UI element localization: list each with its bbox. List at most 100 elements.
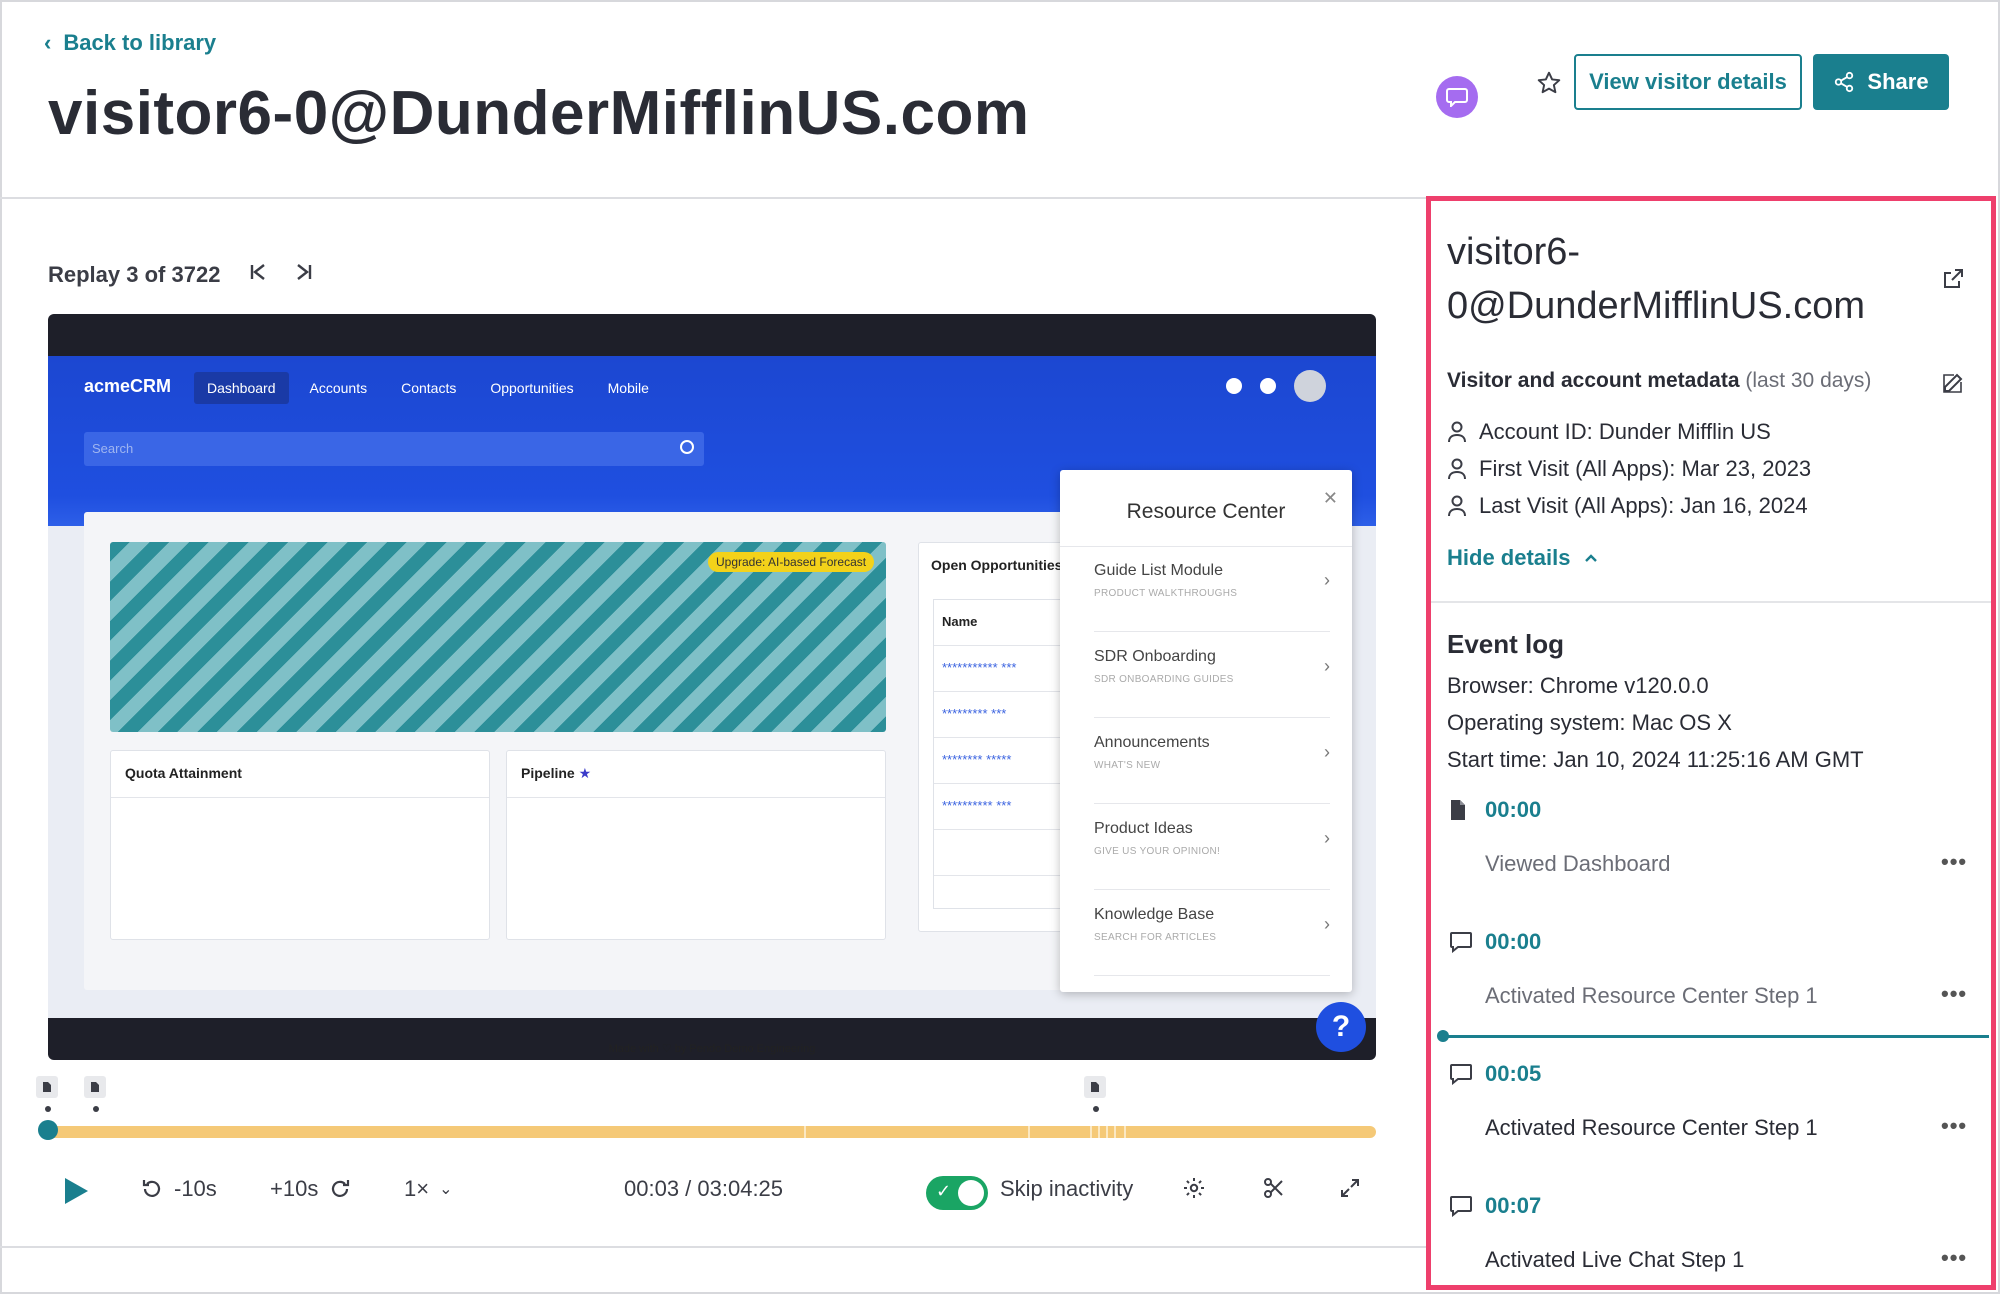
crm-nav-contacts: Contacts xyxy=(388,372,469,404)
side-title-line-1: visitor6- xyxy=(1447,225,1877,279)
hide-details-label: Hide details xyxy=(1447,545,1570,571)
timeline-tick xyxy=(1114,1126,1116,1138)
side-divider xyxy=(1431,601,1996,603)
playback-position-line xyxy=(1441,1035,1989,1038)
guide-icon xyxy=(1449,931,1471,953)
table-row xyxy=(934,830,1078,876)
chevron-right-icon: › xyxy=(1324,828,1330,849)
share-icon xyxy=(1833,71,1855,93)
page-event-marker-icon[interactable] xyxy=(84,1076,106,1098)
chevron-down-icon: ⌄ xyxy=(439,1179,452,1199)
skip-inactivity-toggle[interactable]: ✓ xyxy=(926,1176,988,1210)
timeline-track[interactable] xyxy=(48,1126,1376,1138)
more-options-icon[interactable]: ••• xyxy=(1941,981,1967,1007)
chevron-right-icon: › xyxy=(1324,570,1330,591)
scissors-icon[interactable] xyxy=(1262,1176,1286,1200)
timeline-tick xyxy=(804,1126,806,1138)
crm-nav-opportunities: Opportunities xyxy=(477,372,586,404)
chat-bubble-icon[interactable] xyxy=(1436,76,1478,118)
table-row: ********* *** xyxy=(934,692,1078,738)
event-time-link[interactable]: 00:05 xyxy=(1485,1061,1541,1087)
crm-help-icon xyxy=(1260,378,1276,394)
header-divider xyxy=(0,197,1426,199)
previous-replay-icon[interactable] xyxy=(248,262,270,284)
person-icon xyxy=(1447,421,1467,443)
settings-gear-icon[interactable] xyxy=(1182,1176,1206,1200)
marker-dot xyxy=(45,1106,51,1112)
crm-logo: acmeCRM xyxy=(84,376,171,397)
crm-nav-dashboard: Dashboard xyxy=(194,372,289,404)
external-link-icon[interactable] xyxy=(1941,267,1965,291)
opportunities-header: Name xyxy=(934,600,1078,646)
os-info: Operating system: Mac OS X xyxy=(1447,710,1732,736)
crm-search-placeholder: Search xyxy=(92,441,133,456)
opportunities-table: Name *********** *** ********* *** *****… xyxy=(933,599,1078,909)
person-icon xyxy=(1447,458,1467,480)
event-label: Activated Resource Center Step 1 xyxy=(1485,983,1818,1009)
bottom-divider xyxy=(0,1246,1426,1248)
share-button[interactable]: Share xyxy=(1813,54,1949,110)
forward-label: +10s xyxy=(270,1176,318,1202)
back-link-label: Back to library xyxy=(63,30,216,56)
edit-icon[interactable] xyxy=(1941,371,1965,395)
crm-nav-accounts: Accounts xyxy=(297,372,381,404)
resource-center-title: Resource Center xyxy=(1060,500,1352,524)
close-icon: ✕ xyxy=(1323,488,1338,509)
browser-info: Browser: Chrome v120.0.0 xyxy=(1447,673,1709,699)
crm-nav-mobile: Mobile xyxy=(595,372,662,404)
visitor-side-panel: visitor6- 0@DunderMifflinUS.com Visitor … xyxy=(1426,196,1996,1290)
timeline-tick xyxy=(1028,1126,1030,1138)
share-label: Share xyxy=(1867,69,1928,95)
replay-video[interactable]: acmeCRM Dashboard Accounts Contacts Oppo… xyxy=(48,314,1376,1060)
playback-speed-select[interactable]: 1× ⌄ xyxy=(404,1176,453,1202)
resource-center-item: Guide List Module PRODUCT WALKTHROUGHS › xyxy=(1094,546,1330,632)
more-options-icon[interactable]: ••• xyxy=(1941,849,1967,875)
time-display: 00:03 / 03:04:25 xyxy=(624,1176,783,1202)
table-row: *********** *** xyxy=(934,646,1078,692)
quota-title: Quota Attainment xyxy=(125,765,242,781)
crm-search-input: Search xyxy=(84,432,704,466)
table-row: ******** ***** xyxy=(934,738,1078,784)
event-label: Activated Live Chat Step 1 xyxy=(1485,1247,1744,1273)
opportunities-card: Open Opportunities Name *********** *** … xyxy=(918,542,1078,932)
forward-10s-button[interactable]: +10s xyxy=(270,1176,352,1202)
person-icon xyxy=(1447,495,1467,517)
chevron-up-icon xyxy=(1584,553,1598,563)
event-time-link[interactable]: 00:00 xyxy=(1485,797,1541,823)
fullscreen-icon[interactable] xyxy=(1338,1176,1362,1200)
crm-nav: Dashboard Accounts Contacts Opportunitie… xyxy=(194,372,662,404)
event-time-link[interactable]: 00:00 xyxy=(1485,929,1541,955)
side-title-line-2: 0@DunderMifflinUS.com xyxy=(1447,279,1877,333)
rewind-10s-button[interactable]: -10s xyxy=(140,1176,217,1202)
hide-details-link[interactable]: Hide details xyxy=(1447,545,1598,571)
view-visitor-details-button[interactable]: View visitor details xyxy=(1574,54,1802,110)
pipeline-title: Pipeline ★ xyxy=(521,765,591,782)
playback-position-dot xyxy=(1437,1030,1449,1042)
metadata-row: Account ID: Dunder Mifflin US xyxy=(1447,419,1771,445)
back-to-library-link[interactable]: ‹ Back to library xyxy=(44,30,216,56)
crm-avatar xyxy=(1294,370,1326,402)
forward-icon xyxy=(328,1177,352,1201)
resource-center-item: Announcements WHAT'S NEW › xyxy=(1094,718,1330,804)
next-replay-icon[interactable] xyxy=(294,262,316,284)
resource-center-item: SDR Onboarding SDR ONBOARDING GUIDES › xyxy=(1094,632,1330,718)
favorite-star-icon[interactable] xyxy=(1532,66,1566,100)
made-with-footer: Made with ♡ by Pendo Demo Engineering xyxy=(48,1042,1376,1055)
speed-value: 1× xyxy=(404,1176,429,1202)
page-event-marker-icon[interactable] xyxy=(36,1076,58,1098)
resource-center-panel: Resource Center ✕ Guide List Module PROD… xyxy=(1060,470,1352,992)
play-icon[interactable] xyxy=(62,1176,92,1208)
chevron-left-icon: ‹ xyxy=(44,30,51,56)
more-options-icon[interactable]: ••• xyxy=(1941,1245,1967,1271)
more-options-icon[interactable]: ••• xyxy=(1941,1113,1967,1139)
page-event-marker-icon[interactable] xyxy=(1084,1076,1106,1098)
marker-dot xyxy=(93,1106,99,1112)
crm-cup-icon xyxy=(1226,378,1242,394)
crm-app-frame: acmeCRM Dashboard Accounts Contacts Oppo… xyxy=(48,356,1376,1018)
resource-center-item: Product Ideas GIVE US YOUR OPINION! › xyxy=(1094,804,1330,890)
timeline-playhead[interactable] xyxy=(38,1120,58,1140)
event-time-link[interactable]: 00:07 xyxy=(1485,1193,1541,1219)
guide-icon xyxy=(1449,1063,1471,1085)
upgrade-pill: Upgrade: AI-based Forecast xyxy=(708,552,874,572)
chevron-right-icon: › xyxy=(1324,656,1330,677)
